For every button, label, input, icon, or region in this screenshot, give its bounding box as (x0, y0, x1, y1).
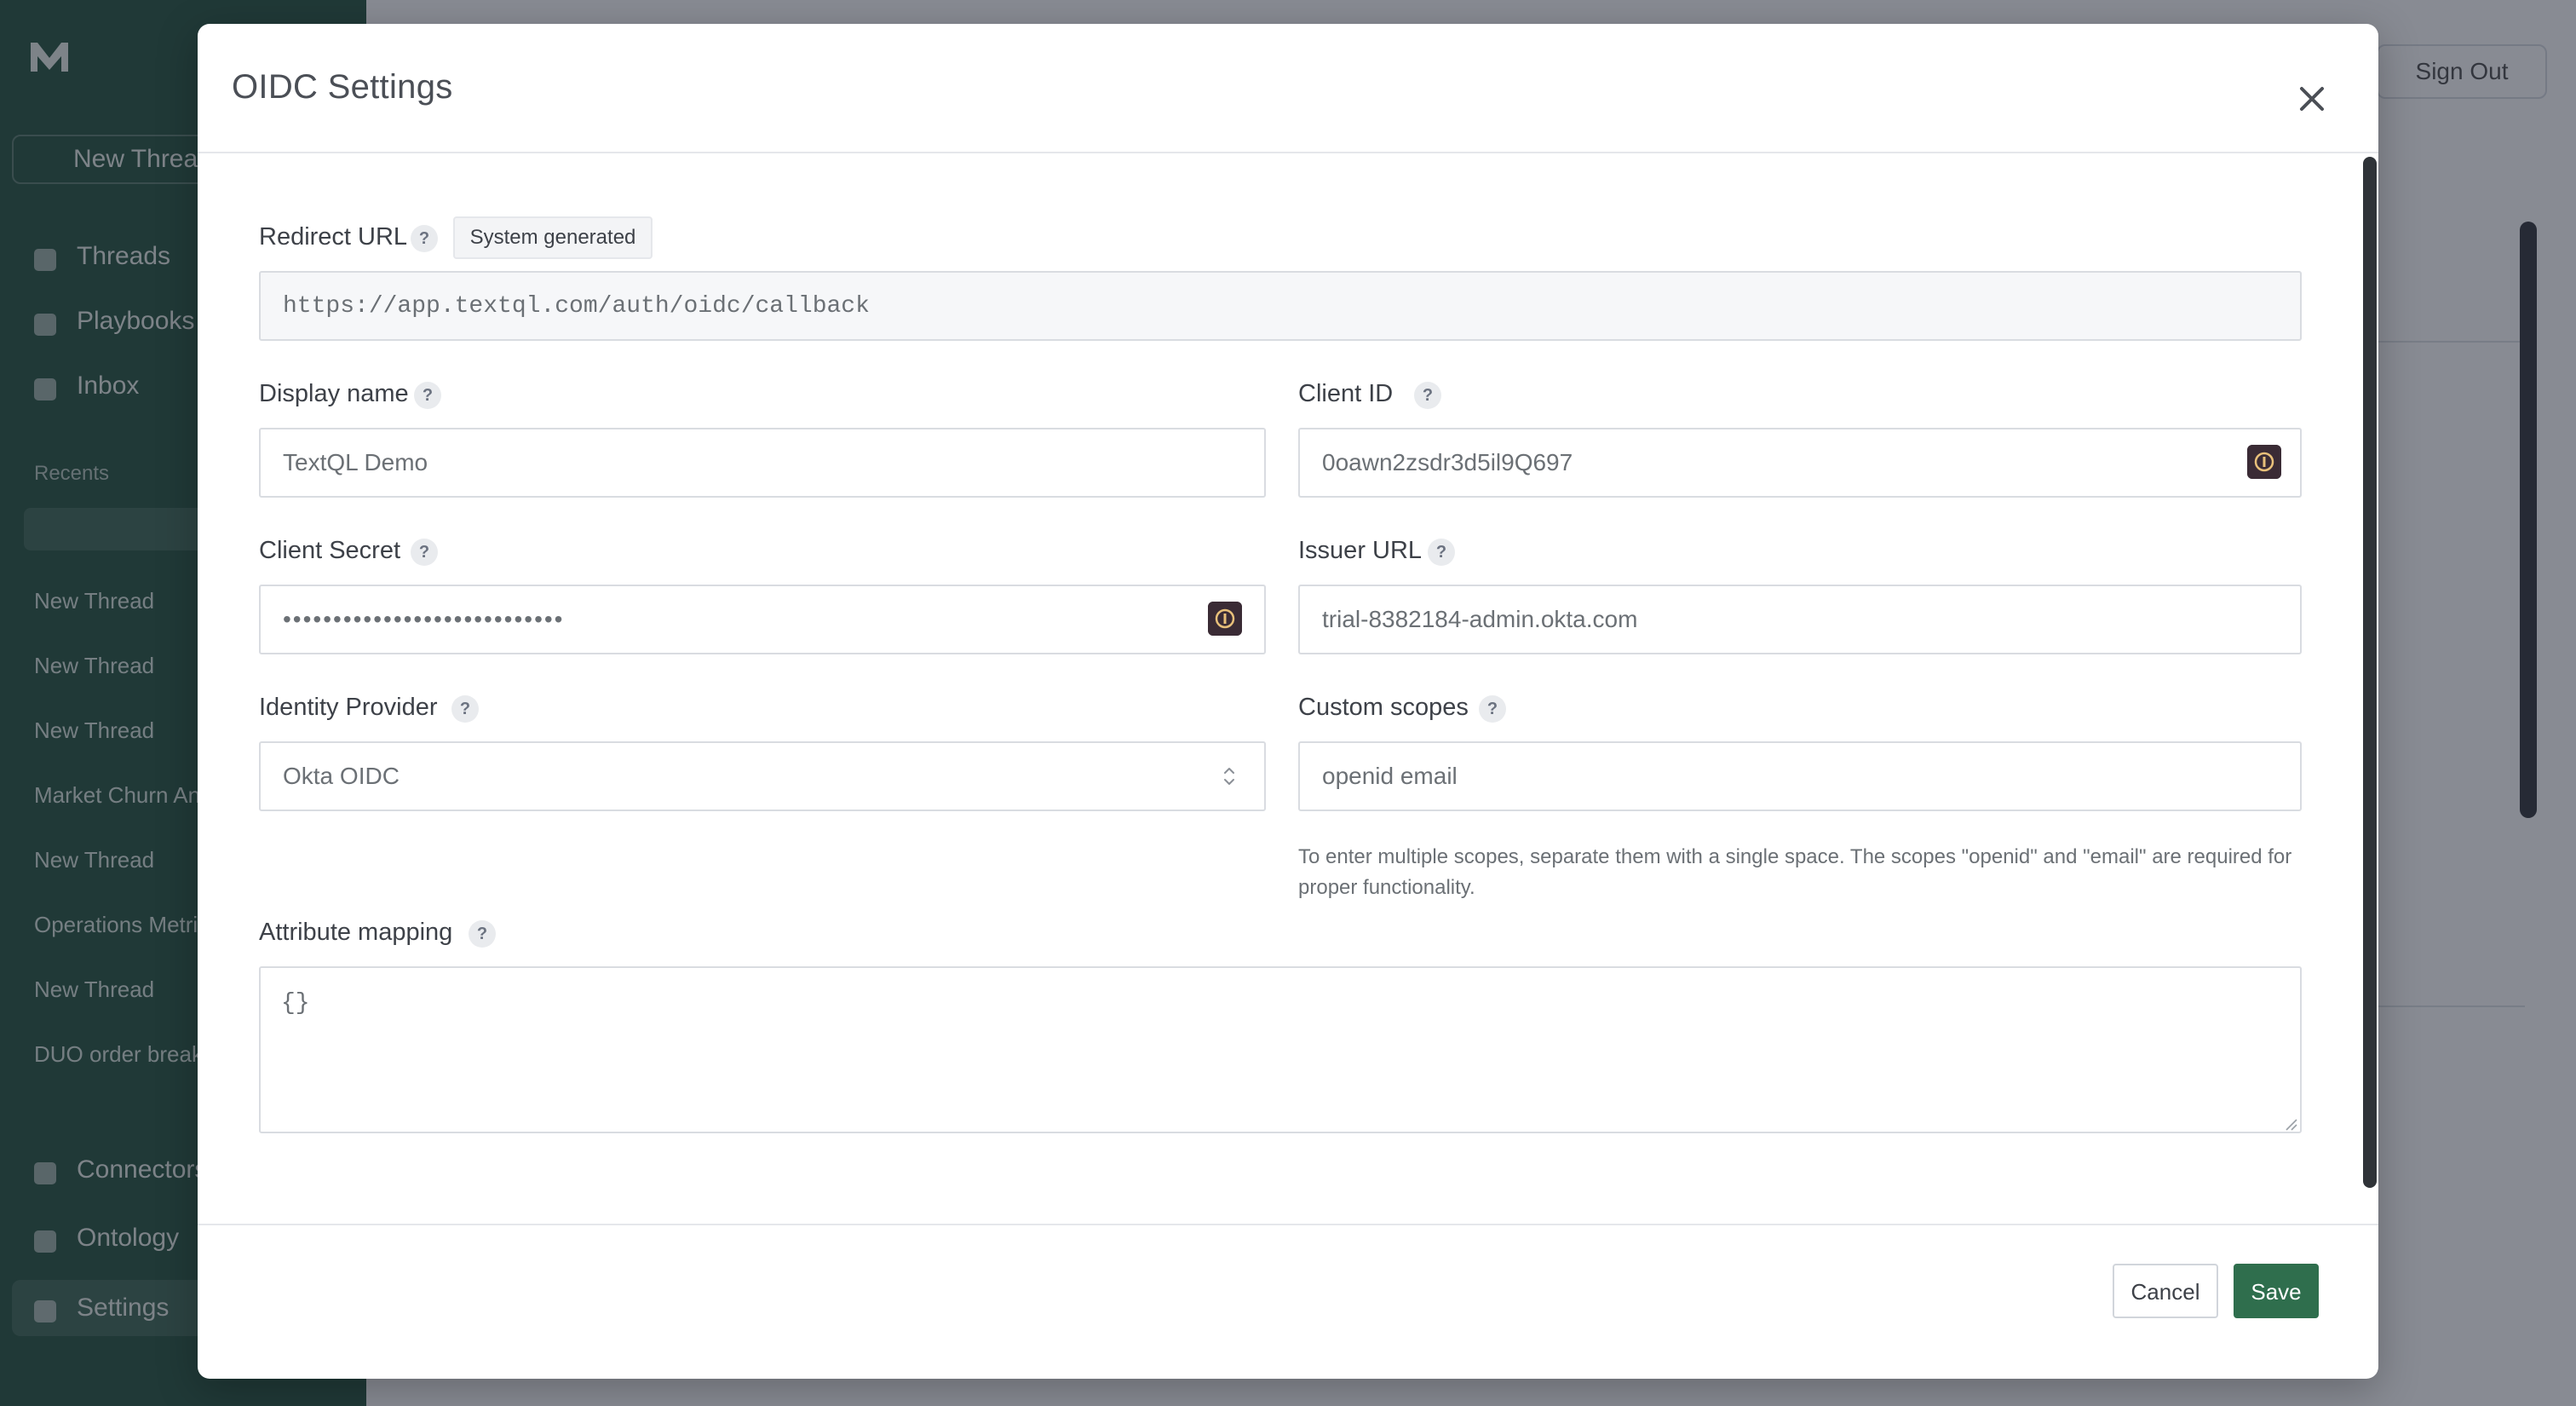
identity-provider-label: Identity Provider (259, 694, 438, 721)
help-icon[interactable]: ? (469, 920, 496, 948)
custom-scopes-help: To enter multiple scopes, separate them … (1298, 845, 2292, 899)
client-id-input[interactable] (1298, 428, 2302, 498)
client-secret-label: Client Secret (259, 537, 401, 564)
modal-scrollbar[interactable] (2363, 157, 2377, 1188)
client-id-label: Client ID (1298, 380, 1394, 407)
redirect-url-label: Redirect URL (259, 223, 408, 251)
display-name-input[interactable] (259, 428, 1266, 498)
close-icon[interactable] (2288, 75, 2336, 123)
client-secret-input[interactable] (259, 585, 1266, 654)
help-icon[interactable]: ? (411, 225, 438, 252)
issuer-url-label: Issuer URL (1298, 537, 1423, 564)
password-manager-icon[interactable] (1208, 602, 1242, 636)
custom-scopes-input[interactable] (1298, 741, 2302, 811)
custom-scopes-label: Custom scopes (1298, 694, 1469, 721)
identity-provider-value: Okta OIDC (283, 763, 400, 789)
help-icon[interactable]: ? (1428, 539, 1455, 566)
redirect-url-input[interactable] (259, 271, 2302, 341)
modal-header: OIDC Settings (198, 24, 2378, 153)
select-chevron-icon (1224, 768, 1234, 785)
modal-footer (198, 1224, 2378, 1379)
help-icon[interactable]: ? (451, 695, 479, 723)
help-icon[interactable]: ? (1479, 695, 1506, 723)
help-icon[interactable]: ? (1414, 382, 1441, 409)
display-name-label: Display name (259, 380, 409, 407)
oidc-settings-modal: OIDC Settings Redirect URL ? System gene… (198, 24, 2378, 1379)
help-icon[interactable]: ? (411, 539, 438, 566)
attribute-mapping-label: Attribute mapping (259, 919, 453, 946)
password-manager-icon[interactable] (2247, 445, 2281, 479)
save-button[interactable]: Save (2234, 1264, 2319, 1318)
identity-provider-select[interactable]: Okta OIDC (259, 741, 1266, 811)
system-generated-badge: System generated (453, 216, 653, 259)
attribute-mapping-textarea[interactable]: {} (259, 966, 2302, 1133)
modal-title: OIDC Settings (232, 68, 453, 106)
help-icon[interactable]: ? (414, 382, 441, 409)
cancel-button[interactable]: Cancel (2113, 1264, 2218, 1318)
issuer-url-input[interactable] (1298, 585, 2302, 654)
resize-handle-icon[interactable] (2283, 1116, 2298, 1132)
